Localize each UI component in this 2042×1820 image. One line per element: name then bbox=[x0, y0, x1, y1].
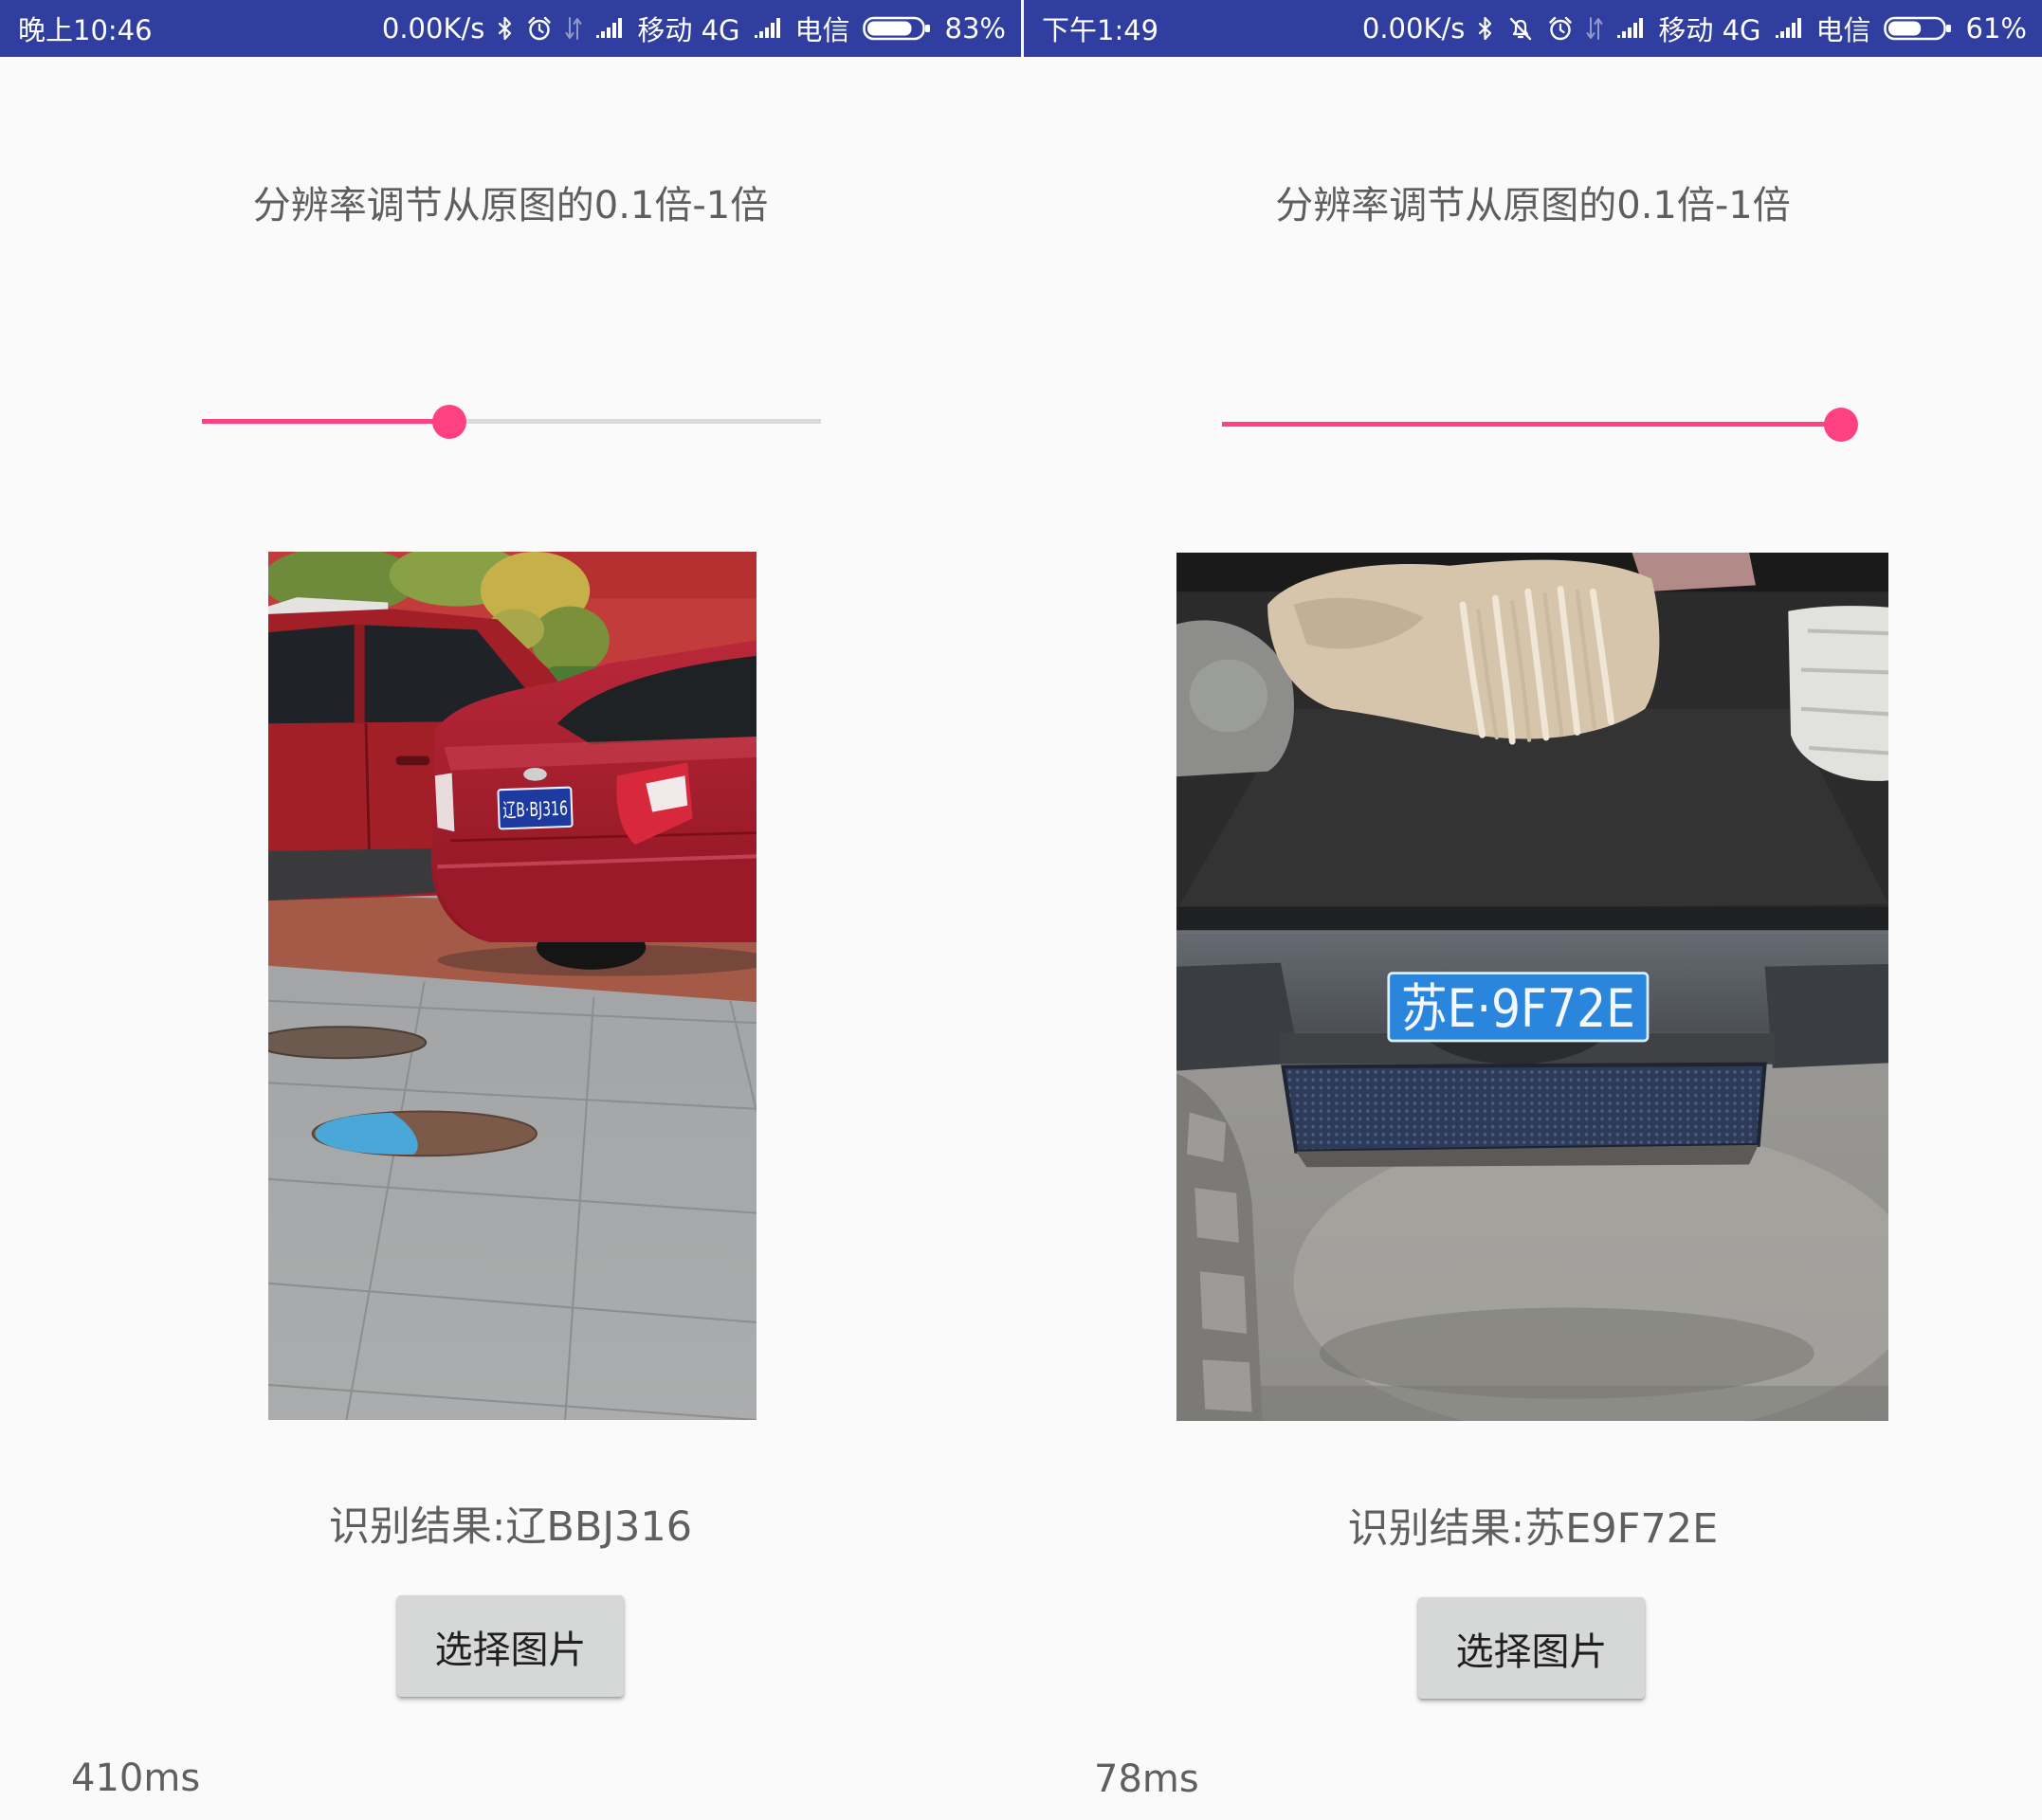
carrier-1-label: 移动 4G bbox=[1658, 14, 1761, 46]
license-plate: 苏E·9F72E bbox=[1387, 972, 1650, 1043]
status-bar: 下午1:49 0.00K/s 移动 4G 电信 61% bbox=[1024, 0, 2042, 57]
page-title: 分辨率调节从原图的0.1倍-1倍 bbox=[1275, 184, 1791, 228]
recognition-result: 识别结果:辽BBJ316 bbox=[328, 1503, 693, 1551]
alarm-icon bbox=[1547, 15, 1574, 42]
signal-icon bbox=[1615, 17, 1646, 40]
bluetooth-icon bbox=[497, 15, 514, 42]
status-indicators: 0.00K/s 移动 4G 电信 61% bbox=[1362, 9, 2027, 48]
carrier-2-label: 电信 bbox=[1815, 14, 1871, 46]
recognition-result: 识别结果:苏E9F72E bbox=[1347, 1505, 1719, 1553]
selected-photo: 辽B·BJ316 bbox=[268, 552, 757, 1420]
rear-step bbox=[1281, 1062, 1767, 1168]
elapsed-time: 78ms bbox=[1094, 1757, 1199, 1801]
license-plate-text: 辽B·BJ316 bbox=[502, 797, 568, 822]
choose-image-button[interactable]: 选择图片 bbox=[397, 1595, 624, 1697]
data-arrows-icon bbox=[565, 16, 582, 41]
phone-screen-left: 晚上10:46 0.00K/s 移动 4G 电信 83% 分辨率调节从原图的0.… bbox=[0, 0, 1021, 1820]
battery-icon bbox=[862, 15, 933, 42]
selected-photo: 苏E·9F72E bbox=[1176, 553, 1888, 1421]
carrier-2-label: 电信 bbox=[794, 14, 850, 46]
slider-fill bbox=[202, 419, 450, 424]
slider-thumb[interactable] bbox=[432, 405, 467, 439]
alarm-icon bbox=[526, 15, 553, 42]
status-indicators: 0.00K/s 移动 4G 电信 83% bbox=[382, 9, 1006, 48]
carrier-1-label: 移动 4G bbox=[637, 14, 740, 46]
signal-icon bbox=[1774, 17, 1804, 40]
battery-level-fill bbox=[1887, 21, 1921, 36]
signal-icon bbox=[753, 17, 783, 40]
data-arrows-icon bbox=[1586, 16, 1603, 41]
elapsed-time: 410ms bbox=[71, 1756, 201, 1800]
license-plate-text: 苏E·9F72E bbox=[1401, 978, 1635, 1039]
license-plate: 辽B·BJ316 bbox=[497, 786, 574, 830]
battery-percent: 83% bbox=[944, 12, 1006, 45]
network-speed: 0.00K/s bbox=[1361, 12, 1466, 45]
network-speed: 0.00K/s bbox=[381, 12, 485, 45]
signal-icon bbox=[594, 17, 625, 40]
status-time: 晚上10:46 bbox=[18, 14, 153, 46]
white-container bbox=[1788, 606, 1888, 781]
slider-fill bbox=[1222, 422, 1841, 427]
battery-icon bbox=[1883, 15, 1954, 42]
status-bar: 晚上10:46 0.00K/s 移动 4G 电信 83% bbox=[0, 0, 1021, 57]
mute-icon bbox=[1506, 15, 1535, 42]
slider-thumb[interactable] bbox=[1824, 408, 1858, 442]
battery-level-fill bbox=[866, 21, 912, 36]
status-time: 下午1:49 bbox=[1042, 14, 1159, 46]
battery-percent: 61% bbox=[1965, 12, 2027, 45]
choose-image-button[interactable]: 选择图片 bbox=[1418, 1597, 1645, 1699]
phone-screen-right: 下午1:49 0.00K/s 移动 4G 电信 61% 分辨率调节从原图的0.1… bbox=[1024, 0, 2042, 1820]
bluetooth-icon bbox=[1477, 15, 1494, 42]
page-title: 分辨率调节从原图的0.1倍-1倍 bbox=[252, 184, 769, 228]
resolution-slider[interactable] bbox=[1222, 408, 1858, 442]
resolution-slider[interactable] bbox=[202, 405, 821, 439]
